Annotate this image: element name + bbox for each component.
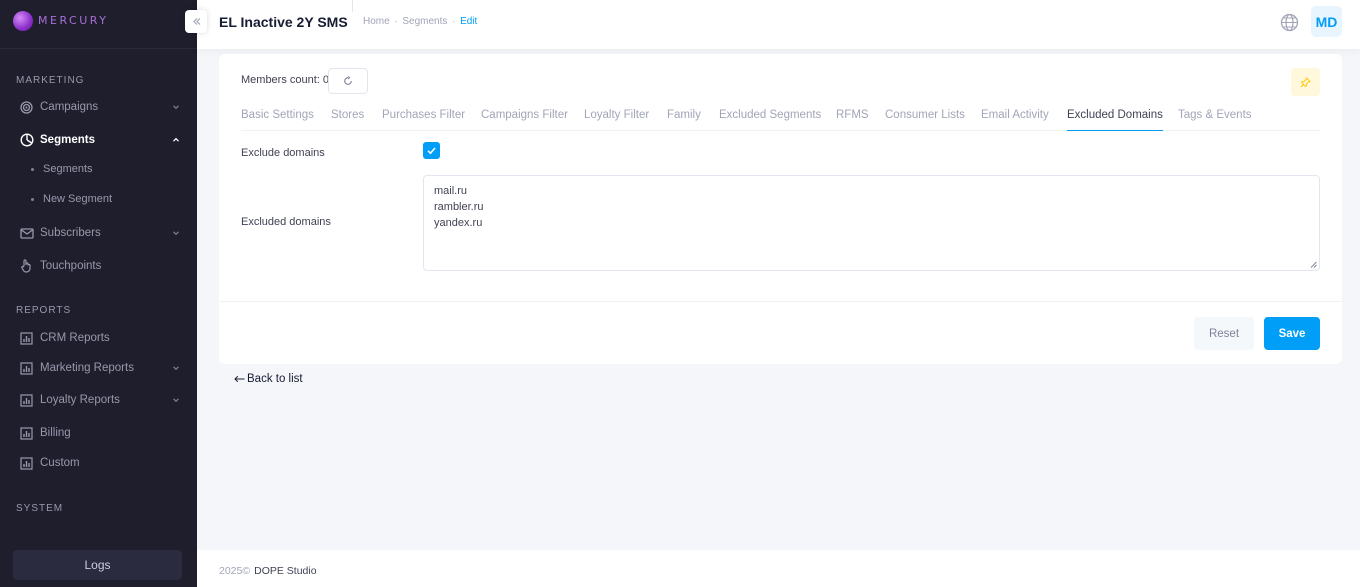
bullet-icon (31, 197, 34, 201)
bar-chart-icon (19, 361, 34, 376)
sidebar-item-label: Loyalty Reports (40, 394, 120, 406)
bar-chart-icon (19, 331, 34, 346)
tab-excluded-segments[interactable]: Excluded Segments (719, 109, 821, 131)
sidebar-item-crm-reports[interactable]: CRM Reports (0, 325, 197, 351)
tab-campaigns-filter[interactable]: Campaigns Filter (481, 109, 568, 131)
chevron-down-icon (173, 398, 179, 403)
breadcrumb-separator: - (394, 17, 398, 26)
footer-company-link[interactable]: DOPE Studio (254, 565, 316, 577)
sidebar-item-label: Marketing Reports (40, 362, 134, 374)
sidebar-item-segments[interactable]: Segments (0, 127, 197, 153)
sidebar-item-label: Subscribers (40, 227, 101, 239)
tab-purchases-filter[interactable]: Purchases Filter (382, 109, 465, 131)
exclude-domains-checkbox[interactable] (423, 142, 440, 159)
sidebar-item-campaigns[interactable]: Campaigns (0, 94, 197, 120)
card-footer-divider (219, 301, 1342, 302)
sidebar-subitem-label: Segments (43, 163, 93, 175)
breadcrumb-segments[interactable]: Segments (402, 16, 447, 27)
chevron-down-icon (173, 105, 179, 110)
excluded-domain-line: yandex.ru (434, 217, 483, 229)
tab-loyalty-filter[interactable]: Loyalty Filter (584, 109, 649, 131)
mail-icon (19, 226, 34, 241)
bar-chart-icon (19, 393, 34, 408)
sidebar-item-touchpoints[interactable]: Touchpoints (0, 253, 197, 279)
footer-year: 2025© (219, 565, 251, 577)
resize-handle-icon[interactable] (1310, 261, 1317, 268)
pie-chart-icon (19, 133, 34, 148)
bullet-icon (31, 167, 34, 171)
footer-text: 2025© DOPE Studio (219, 565, 317, 577)
breadcrumb: Home - Segments - Edit (363, 16, 477, 27)
exclude-domains-label: Exclude domains (241, 147, 325, 159)
sidebar-subitem-new-segment[interactable]: New Segment (0, 187, 197, 211)
sidebar-subitem-segments[interactable]: Segments (0, 157, 197, 181)
breadcrumb-edit: Edit (460, 16, 478, 27)
arrow-left-icon (234, 375, 245, 383)
user-avatar[interactable]: MD (1311, 6, 1342, 37)
sidebar-item-custom[interactable]: Custom (0, 450, 197, 476)
refresh-icon (344, 76, 352, 85)
breadcrumb-home[interactable]: Home (363, 16, 390, 27)
tab-tags-events[interactable]: Tags & Events (1178, 109, 1252, 131)
excluded-domain-line: rambler.ru (434, 201, 484, 213)
members-count: Members count: 0 (241, 74, 330, 86)
pin-icon (1300, 76, 1311, 87)
save-button[interactable]: Save (1264, 317, 1320, 350)
segment-tabs: Basic Settings Stores Purchases Filter C… (241, 107, 1320, 131)
title-divider (352, 0, 353, 12)
breadcrumb-separator: - (452, 17, 456, 26)
brand[interactable]: MERCURY (0, 0, 197, 49)
chevron-down-icon (173, 366, 179, 371)
globe-icon[interactable] (1280, 13, 1299, 32)
sidebar-item-label: Segments (40, 134, 95, 146)
sidebar-item-label: CRM Reports (40, 332, 110, 344)
section-title-reports: REPORTS (16, 305, 72, 316)
bar-chart-icon (19, 426, 34, 441)
sidebar-item-label: Custom (40, 457, 80, 469)
section-title-marketing: MARKETING (16, 75, 85, 86)
sidebar-item-marketing-reports[interactable]: Marketing Reports (0, 355, 197, 381)
sidebar-item-label: Campaigns (40, 101, 99, 113)
mercury-logo-icon (13, 11, 33, 31)
tab-basic-settings[interactable]: Basic Settings (241, 109, 314, 131)
sidebar-item-subscribers[interactable]: Subscribers (0, 220, 197, 246)
back-to-list-label: Back to list (247, 373, 303, 385)
logs-button[interactable]: Logs (13, 550, 182, 580)
tab-consumer-lists[interactable]: Consumer Lists (885, 109, 965, 131)
sidebar-collapse-button[interactable] (185, 10, 207, 33)
brand-name: MERCURY (38, 14, 109, 27)
tab-email-activity[interactable]: Email Activity (981, 109, 1049, 131)
chevron-down-icon (173, 231, 179, 236)
sidebar: MERCURY MARKETING Campaigns Segments Seg… (0, 0, 197, 587)
refresh-members-button[interactable] (328, 68, 368, 94)
checkmark-icon (427, 147, 436, 155)
sidebar-item-label: Billing (40, 427, 71, 439)
target-icon (19, 100, 34, 115)
tab-rfms[interactable]: RFMS (836, 109, 869, 131)
top-header: EL Inactive 2Y SMS Home - Segments - Edi… (197, 0, 1360, 49)
excluded-domains-textarea[interactable]: mail.ru rambler.ru yandex.ru (423, 175, 1320, 271)
tab-stores[interactable]: Stores (331, 109, 364, 131)
double-chevron-left-icon (192, 18, 200, 25)
hand-pointer-icon (19, 259, 34, 274)
sidebar-item-billing[interactable]: Billing (0, 420, 197, 446)
pin-button[interactable] (1291, 68, 1320, 96)
sidebar-item-loyalty-reports[interactable]: Loyalty Reports (0, 387, 197, 413)
tab-family[interactable]: Family (667, 109, 701, 131)
section-title-system: SYSTEM (16, 503, 64, 514)
bar-chart-icon (19, 456, 34, 471)
page-footer: 2025© DOPE Studio (197, 550, 1360, 587)
sidebar-subitem-label: New Segment (43, 193, 113, 205)
segment-edit-card: Members count: 0 Basic Settings Stores P… (219, 54, 1342, 364)
excluded-domains-label: Excluded domains (241, 216, 331, 228)
page-title: EL Inactive 2Y SMS (219, 14, 348, 30)
sidebar-item-label: Touchpoints (40, 260, 102, 272)
tab-excluded-domains[interactable]: Excluded Domains (1067, 109, 1163, 131)
excluded-domain-line: mail.ru (434, 185, 468, 197)
chevron-up-icon (173, 137, 179, 142)
reset-button[interactable]: Reset (1194, 317, 1254, 350)
back-to-list-link[interactable]: Back to list (234, 373, 303, 385)
